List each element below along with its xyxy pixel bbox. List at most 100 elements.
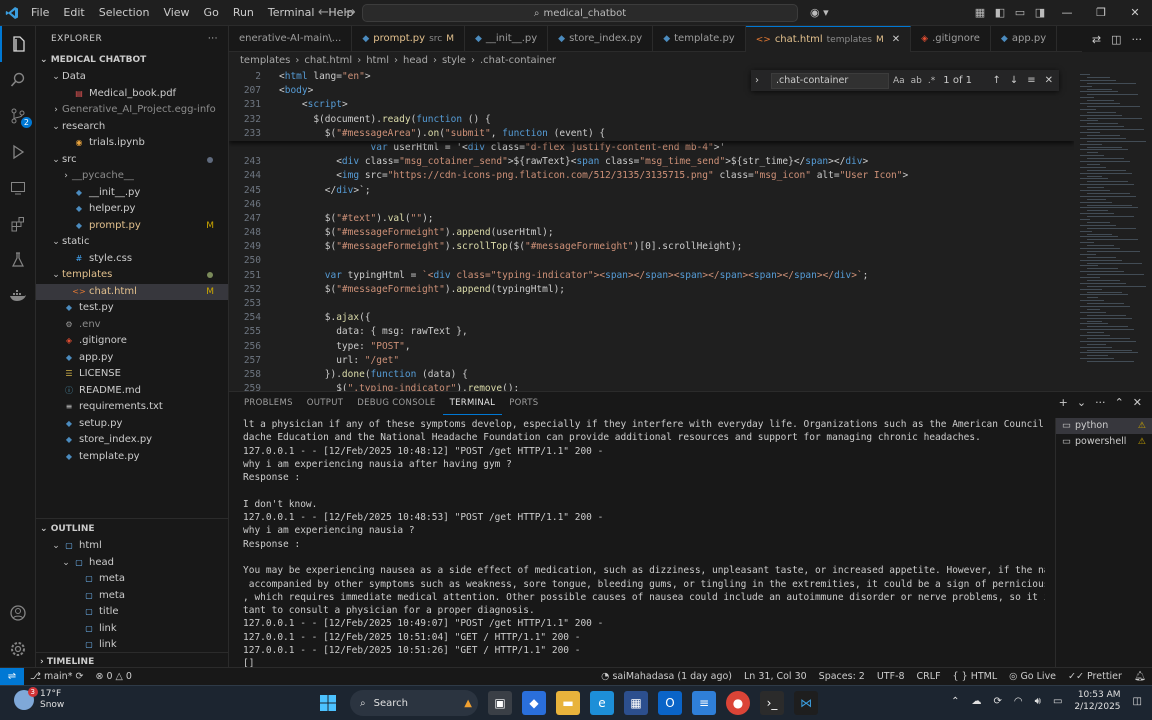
vscode-app-icon[interactable]: ⋈ <box>794 691 818 715</box>
find-in-selection-icon[interactable]: ≡ <box>1027 75 1035 86</box>
file-item[interactable]: ≡ requirements.txt <box>36 399 228 416</box>
folder-item[interactable]: ⌄ src <box>36 152 228 169</box>
terminal-app-icon[interactable]: ›_ <box>760 691 784 715</box>
file-item[interactable]: ⓘ README.md <box>36 383 228 400</box>
breadcrumb-item[interactable]: .chat-container <box>480 52 556 70</box>
menu-selection[interactable]: Selection <box>92 0 157 26</box>
volume-icon[interactable]: 🔊︎ <box>1035 696 1041 707</box>
folder-item[interactable]: ⌄ static <box>36 234 228 251</box>
tab---init---py[interactable]: ◆ __init__.py <box>465 26 549 52</box>
clock[interactable]: 10:53 AM 2/12/2025 <box>1074 689 1120 713</box>
editor-more-icon[interactable]: ··· <box>1132 33 1143 46</box>
notepad-icon[interactable]: ≡ <box>692 691 716 715</box>
folder-item[interactable]: ⌄ Data <box>36 69 228 86</box>
outline-item[interactable]: ⌄ ▢ html <box>36 538 229 555</box>
windows-start-icon[interactable] <box>316 691 340 715</box>
outline-item[interactable]: ▢ title <box>36 604 229 621</box>
project-section-header[interactable]: ⌄ MEDICAL CHATBOT <box>36 52 228 69</box>
back-arrow-icon[interactable]: ← <box>318 0 329 26</box>
extensions-icon[interactable] <box>0 206 36 242</box>
file-item[interactable]: ◆ app.py <box>36 350 228 367</box>
split-diff-icon[interactable]: ⇄ <box>1092 33 1101 46</box>
folder-item[interactable]: ⌄ templates <box>36 267 228 284</box>
branch-indicator[interactable]: ⎇ main* ⟳ <box>24 671 89 682</box>
encoding[interactable]: UTF-8 <box>871 671 911 682</box>
task-view-icon[interactable]: ▣ <box>488 691 512 715</box>
minimize-icon[interactable]: — <box>1050 0 1084 26</box>
panel-tab-terminal[interactable]: TERMINAL <box>442 392 503 415</box>
panel-tab-debug-console[interactable]: DEBUG CONSOLE <box>350 392 442 414</box>
breadcrumb-item[interactable]: chat.html <box>304 52 352 70</box>
docker-icon[interactable] <box>0 278 36 314</box>
settings-gear-icon[interactable] <box>0 631 36 667</box>
tab-store-index-py[interactable]: ◆ store_index.py <box>548 26 654 52</box>
more-actions-icon[interactable]: ··· <box>208 26 218 52</box>
wifi-icon[interactable]: ◠ <box>1014 696 1023 707</box>
terminal-dropdown-icon[interactable]: ⌄ <box>1077 392 1086 414</box>
menu-view[interactable]: View <box>156 0 196 26</box>
menu-edit[interactable]: Edit <box>56 0 91 26</box>
explorer-icon[interactable] <box>0 26 36 62</box>
remote-explorer-icon[interactable] <box>0 170 36 206</box>
file-item[interactable]: ◆ store_index.py <box>36 432 228 449</box>
breadcrumb-item[interactable]: head <box>403 52 428 70</box>
panel-tab-ports[interactable]: PORTS <box>502 392 545 414</box>
file-explorer-icon[interactable]: ▬ <box>556 691 580 715</box>
layout-customize-icon[interactable]: ▦ <box>970 0 990 26</box>
cursor-position[interactable]: Ln 31, Col 30 <box>738 671 813 682</box>
chrome-icon[interactable]: ● <box>726 691 750 715</box>
toggle-sidebar-icon[interactable]: ◧ <box>990 0 1010 26</box>
outline-item[interactable]: ⌄ ▢ head <box>36 555 229 572</box>
toggle-secondary-sidebar-icon[interactable]: ◨ <box>1030 0 1050 26</box>
file-item[interactable]: ◆ helper.py <box>36 201 228 218</box>
menu-file[interactable]: File <box>24 0 56 26</box>
notifications-bell-icon[interactable]: 🔔︎ <box>1128 671 1152 682</box>
close-panel-icon[interactable]: ✕ <box>1133 392 1142 414</box>
forward-arrow-icon[interactable]: → <box>345 0 356 26</box>
problems-indicator[interactable]: ⊗ 0 △ 0 <box>89 671 137 682</box>
regex-option[interactable]: .* <box>928 76 935 86</box>
source-control-icon[interactable]: 2 <box>0 98 36 134</box>
file-item[interactable]: ⚙ .env <box>36 317 228 334</box>
file-item[interactable]: ☰ LICENSE <box>36 366 228 383</box>
close-find-icon[interactable]: ✕ <box>1045 75 1053 86</box>
battery-icon[interactable]: ▭ <box>1053 696 1062 707</box>
search-activity-icon[interactable] <box>0 62 36 98</box>
new-terminal-icon[interactable]: + <box>1059 392 1068 414</box>
terminal-instance[interactable]: ▭ python ⚠ <box>1056 418 1152 434</box>
tray-sync-icon[interactable]: ⟳ <box>994 696 1002 707</box>
store-icon[interactable]: ▦ <box>624 691 648 715</box>
menu-run[interactable]: Run <box>226 0 261 26</box>
panel-tab-output[interactable]: OUTPUT <box>300 392 350 414</box>
outlook-icon[interactable]: O <box>658 691 682 715</box>
outline-item[interactable]: ▢ meta <box>36 588 229 605</box>
maximize-panel-icon[interactable]: ⌃ <box>1115 392 1124 414</box>
close-window-icon[interactable]: ✕ <box>1118 0 1152 26</box>
tab-app-py[interactable]: ◆ app.py <box>991 26 1058 52</box>
tray-app-icon[interactable]: ☁ <box>972 696 982 707</box>
testing-icon[interactable] <box>0 242 36 278</box>
tab-template-py[interactable]: ◆ template.py <box>653 26 746 52</box>
language-mode[interactable]: { } HTML <box>947 671 1004 682</box>
breadcrumb-item[interactable]: templates <box>240 52 290 70</box>
go-live-button[interactable]: ◎ Go Live <box>1003 671 1062 682</box>
next-match-icon[interactable]: ↓ <box>1010 75 1018 86</box>
tab-enerative-ai-main----[interactable]: enerative-AI-main\... <box>229 26 353 52</box>
indentation[interactable]: Spaces: 2 <box>813 671 871 682</box>
run-debug-icon[interactable] <box>0 134 36 170</box>
copilot-icon[interactable]: ◉ ▾ <box>810 6 829 19</box>
toggle-replace-icon[interactable]: › <box>755 75 759 86</box>
folder-item[interactable]: › Generative_AI_Project.egg-info <box>36 102 228 119</box>
tab-chat-html[interactable]: <> chat.html templates M ✕ <box>745 26 912 52</box>
file-item[interactable]: ◆ prompt.py M <box>36 218 228 235</box>
copilot-app-icon[interactable]: ◆ <box>522 691 546 715</box>
file-item[interactable]: ▤ Medical_book.pdf <box>36 86 228 103</box>
file-item[interactable]: ◆ __init__.py <box>36 185 228 202</box>
file-item[interactable]: <> chat.html M <box>36 283 228 300</box>
prettier-button[interactable]: ✓✓ Prettier <box>1062 671 1128 682</box>
git-blame[interactable]: ◔ saiMahadasa (1 day ago) <box>595 671 738 682</box>
toggle-panel-icon[interactable]: ▭ <box>1010 0 1030 26</box>
match-case-option[interactable]: Aa <box>893 76 905 86</box>
edge-browser-icon[interactable]: e <box>590 691 614 715</box>
file-item[interactable]: ◆ setup.py <box>36 416 228 433</box>
